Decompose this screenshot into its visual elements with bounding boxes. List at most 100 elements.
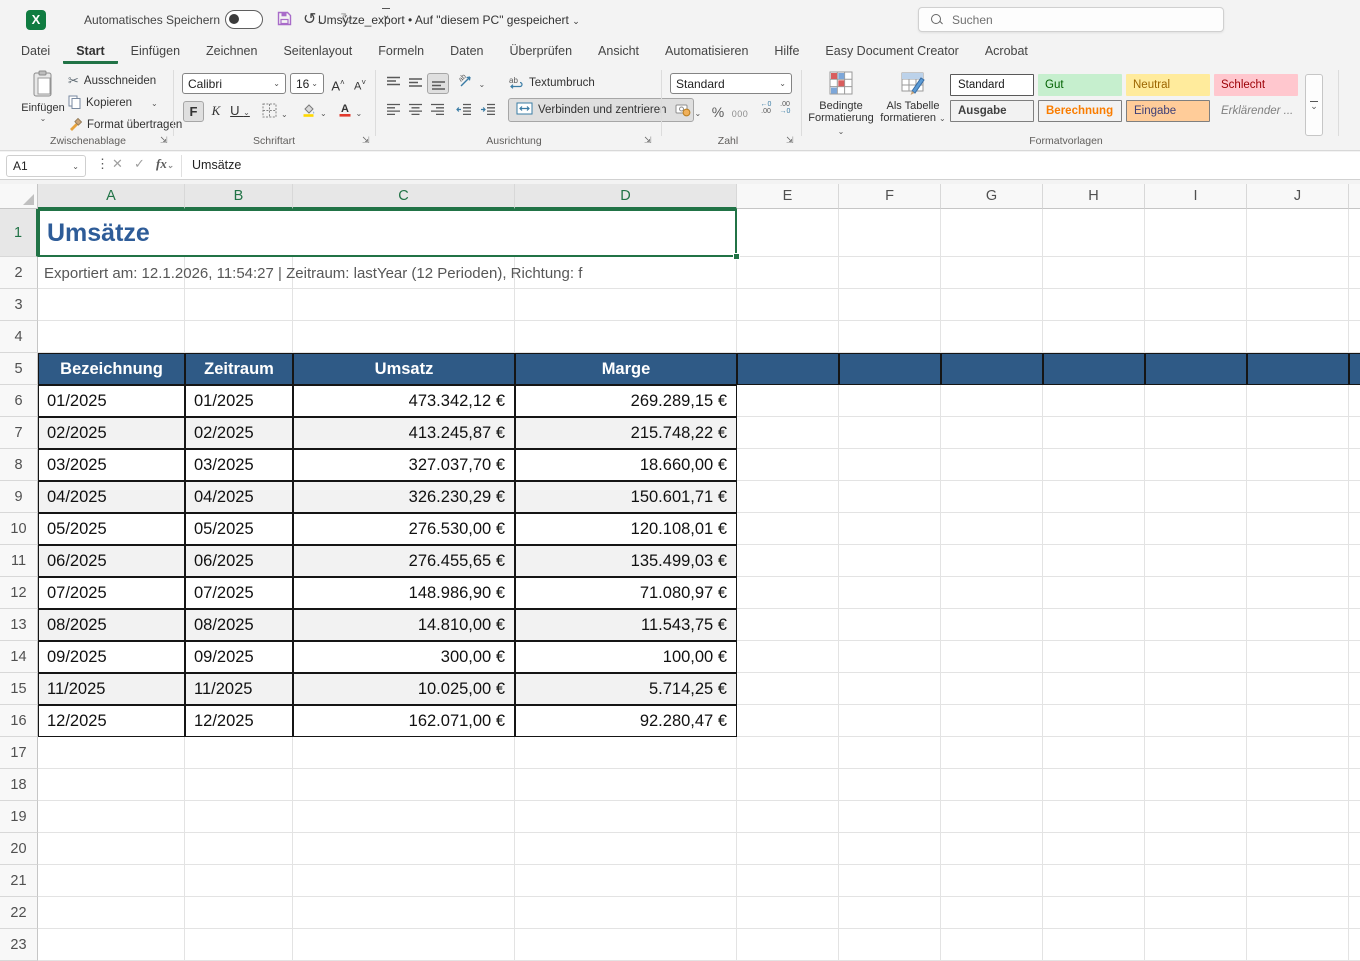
row-header-2[interactable]: 2	[0, 257, 38, 289]
column-header-k[interactable]: K	[1349, 184, 1360, 209]
cell-C19[interactable]	[293, 801, 515, 833]
document-title[interactable]: Umsýtze_export • Auf "diesem PC" gespeic…	[318, 13, 580, 27]
decrease-decimal-button[interactable]: .00→0	[776, 101, 794, 122]
cell-G4[interactable]	[941, 321, 1043, 353]
cell-F13[interactable]	[839, 609, 941, 641]
cell-K19[interactable]	[1349, 801, 1360, 833]
cell-I6[interactable]	[1145, 385, 1247, 417]
cell-H9[interactable]	[1043, 481, 1145, 513]
cell-B22[interactable]	[185, 897, 293, 929]
cell-F21[interactable]	[839, 865, 941, 897]
cell-D20[interactable]	[515, 833, 737, 865]
cell-J13[interactable]	[1247, 609, 1349, 641]
cell-J12[interactable]	[1247, 577, 1349, 609]
column-header-b[interactable]: B	[185, 184, 293, 209]
cell-style-standard[interactable]: Standard	[950, 74, 1034, 96]
fill-color-button[interactable]: ⌄	[298, 102, 330, 123]
cell-K4[interactable]	[1349, 321, 1360, 353]
table-header-cell-e[interactable]	[737, 353, 839, 385]
cell-K1[interactable]	[1349, 209, 1360, 257]
table-cell-A16[interactable]: 12/2025	[38, 705, 185, 737]
cell-E14[interactable]	[737, 641, 839, 673]
table-cell-A15[interactable]: 11/2025	[38, 673, 185, 705]
table-cell-A9[interactable]: 04/2025	[38, 481, 185, 513]
align-center-button[interactable]	[405, 102, 425, 123]
table-header-cell-j[interactable]	[1247, 353, 1349, 385]
cell-G19[interactable]	[941, 801, 1043, 833]
cell-I2[interactable]	[1145, 257, 1247, 289]
table-cell-B6[interactable]: 01/2025	[185, 385, 293, 417]
grow-font-button[interactable]: A˄	[328, 73, 348, 94]
row-header-23[interactable]: 23	[0, 929, 38, 961]
select-all-corner[interactable]	[0, 184, 38, 209]
cell-style-berechnung[interactable]: Berechnung	[1038, 100, 1122, 122]
cell-style-eingabe[interactable]: Eingabe	[1126, 100, 1210, 122]
row-header-9[interactable]: 9	[0, 481, 38, 513]
cell-G11[interactable]	[941, 545, 1043, 577]
cell-I13[interactable]	[1145, 609, 1247, 641]
align-middle-button[interactable]	[405, 75, 425, 96]
tab-einf-gen[interactable]: Einfügen	[118, 42, 193, 64]
cell-E23[interactable]	[737, 929, 839, 961]
namebox-menu-icon[interactable]: ⋮	[96, 156, 109, 172]
cell-D17[interactable]	[515, 737, 737, 769]
name-box[interactable]: A1⌄	[6, 155, 86, 177]
row-header-10[interactable]: 10	[0, 513, 38, 545]
cell-J1[interactable]	[1247, 209, 1349, 257]
cell-F16[interactable]	[839, 705, 941, 737]
cell-style-gut[interactable]: Gut	[1038, 74, 1122, 96]
cell-E19[interactable]	[737, 801, 839, 833]
cell-B19[interactable]	[185, 801, 293, 833]
table-cell-D8[interactable]: 18.660,00 €	[515, 449, 737, 481]
cell-H7[interactable]	[1043, 417, 1145, 449]
table-cell-B7[interactable]: 02/2025	[185, 417, 293, 449]
table-cell-A11[interactable]: 06/2025	[38, 545, 185, 577]
table-cell-B11[interactable]: 06/2025	[185, 545, 293, 577]
cell-H12[interactable]	[1043, 577, 1145, 609]
table-cell-C7[interactable]: 413.245,87 €	[293, 417, 515, 449]
table-cell-D16[interactable]: 92.280,47 €	[515, 705, 737, 737]
table-cell-D10[interactable]: 120.108,01 €	[515, 513, 737, 545]
cell-I18[interactable]	[1145, 769, 1247, 801]
comma-style-button[interactable]: 000	[728, 104, 752, 125]
cell-A17[interactable]	[38, 737, 185, 769]
cell-J21[interactable]	[1247, 865, 1349, 897]
table-cell-C8[interactable]: 327.037,70 €	[293, 449, 515, 481]
cell-G9[interactable]	[941, 481, 1043, 513]
number-format-select[interactable]: Standard⌄	[670, 73, 792, 94]
cut-button[interactable]: ✂ Ausschneiden	[68, 72, 156, 90]
enter-icon[interactable]: ✓	[134, 156, 145, 172]
column-header-f[interactable]: F	[839, 184, 941, 209]
table-cell-B9[interactable]: 04/2025	[185, 481, 293, 513]
autosave-toggle[interactable]	[225, 10, 263, 29]
cell-A21[interactable]	[38, 865, 185, 897]
column-header-e[interactable]: E	[737, 184, 839, 209]
cell-F2[interactable]	[839, 257, 941, 289]
tab-easy-document-creator[interactable]: Easy Document Creator	[812, 42, 971, 64]
cell-J2[interactable]	[1247, 257, 1349, 289]
sheet-title-cell[interactable]: Umsätze	[38, 209, 737, 257]
cell-H4[interactable]	[1043, 321, 1145, 353]
cell-D4[interactable]	[515, 321, 737, 353]
cell-J14[interactable]	[1247, 641, 1349, 673]
cell-C22[interactable]	[293, 897, 515, 929]
cell-style-erkl-render-[interactable]: Erklärender ...	[1214, 100, 1298, 122]
table-cell-A13[interactable]: 08/2025	[38, 609, 185, 641]
table-cell-C12[interactable]: 148.986,90 €	[293, 577, 515, 609]
row-header-1[interactable]: 1	[0, 209, 38, 257]
font-dialog-launcher-icon[interactable]: ⇲	[362, 135, 374, 147]
row-header-18[interactable]: 18	[0, 769, 38, 801]
row-header-15[interactable]: 15	[0, 673, 38, 705]
table-cell-C10[interactable]: 276.530,00 €	[293, 513, 515, 545]
cell-I23[interactable]	[1145, 929, 1247, 961]
cell-F18[interactable]	[839, 769, 941, 801]
column-header-d[interactable]: D	[515, 184, 737, 209]
table-cell-C16[interactable]: 162.071,00 €	[293, 705, 515, 737]
cell-F11[interactable]	[839, 545, 941, 577]
tab-daten[interactable]: Daten	[437, 42, 496, 64]
tab-datei[interactable]: Datei	[8, 42, 63, 64]
table-cell-A6[interactable]: 01/2025	[38, 385, 185, 417]
cell-C20[interactable]	[293, 833, 515, 865]
font-color-button[interactable]: A ⌄	[334, 102, 366, 123]
cell-C18[interactable]	[293, 769, 515, 801]
